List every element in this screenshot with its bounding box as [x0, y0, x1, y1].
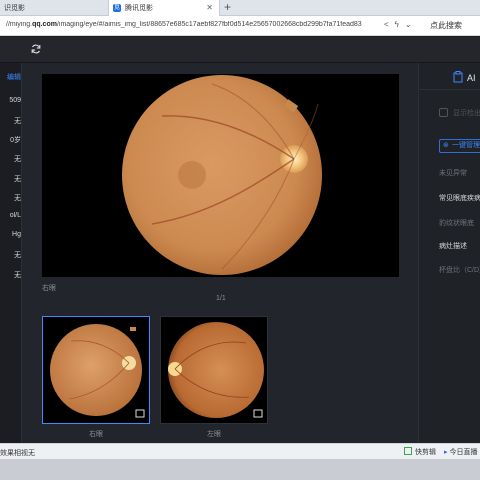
info-value: 无: [14, 195, 21, 202]
fundus-image-viewer[interactable]: [42, 74, 399, 277]
fundus-thumbnail: [50, 324, 145, 418]
info-value: 无: [14, 118, 21, 125]
checkbox-label: 显示检出: [453, 110, 480, 117]
info-value: 无: [14, 252, 21, 259]
url-field[interactable]: //miying.qq.com/imaging/eye/#/aimis_img_…: [6, 21, 380, 28]
tab-title: 识觅影: [4, 5, 25, 12]
quick-clip-button[interactable]: 快剪辑: [404, 447, 436, 457]
result-item: 杯盘比（C/D）: [439, 267, 480, 274]
viewer-caption: 右眼: [42, 285, 56, 292]
info-value: 无: [14, 272, 21, 279]
result-item: 未见异常: [439, 170, 467, 177]
live-icon: ▸: [444, 449, 448, 456]
browser-tab-1[interactable]: 识觅影: [0, 0, 106, 16]
info-value: 509: [9, 97, 21, 104]
fundus-thumbnail: [168, 322, 264, 418]
edit-link[interactable]: 编辑: [0, 72, 22, 82]
tab-title: 腾讯觅影: [125, 5, 153, 12]
live-button[interactable]: ▸ 今日直播: [444, 447, 478, 457]
info-value: 无: [14, 176, 21, 183]
thumbnail-right-eye[interactable]: [42, 316, 150, 424]
new-tab-button[interactable]: +: [224, 1, 231, 14]
chevron-down-icon[interactable]: ⌄: [405, 20, 412, 29]
patient-info-column: 编辑 509 无 0岁 无 无 无 ol/L Hg 无 无: [0, 63, 22, 443]
app-toolbar: [0, 37, 480, 63]
fundus-image-right-eye: [122, 75, 322, 275]
image-viewer-panel: 右眼 1/1 右眼 左眼: [22, 63, 418, 443]
gallery-icon: [135, 409, 145, 418]
manage-button[interactable]: ⊛ 一键管理: [439, 139, 480, 153]
thumbnail-label: 左眼: [207, 431, 221, 438]
thumbnail-label: 右眼: [89, 431, 103, 438]
os-taskbar: [0, 459, 480, 480]
result-item: 常见眼底疾病: [439, 195, 480, 202]
show-detection-checkbox[interactable]: [439, 108, 448, 117]
result-item: 病灶描述: [439, 243, 467, 250]
address-bar-icons: < ϟ ⌄: [384, 20, 418, 29]
result-item: 豹纹状眼底: [439, 220, 474, 227]
info-value: Hg: [12, 231, 21, 238]
info-value: ol/L: [9, 212, 21, 219]
search-button[interactable]: 点此搜索: [430, 20, 462, 31]
share-icon[interactable]: <: [384, 20, 389, 29]
address-bar: //miying.qq.com/imaging/eye/#/aimis_img_…: [0, 16, 480, 36]
miying-logo-icon: 觅: [113, 4, 121, 12]
browser-statusbar: 效果相视无 快剪辑 ▸ 今日直播: [0, 443, 480, 459]
close-icon[interactable]: ✕: [206, 3, 213, 12]
ai-report-icon: [453, 71, 463, 83]
status-text: 效果相视无: [0, 450, 35, 457]
refresh-icon[interactable]: [30, 43, 42, 55]
browser-tabbar: 识觅影 觅 腾讯觅影 ✕ +: [0, 0, 480, 16]
tab-ai[interactable]: AI: [467, 73, 476, 83]
thumbnail-left-eye[interactable]: [160, 316, 268, 424]
browser-tab-2[interactable]: 觅 腾讯觅影 ✕: [108, 0, 220, 16]
ai-analysis-panel: AI 显示检出 ⊛ 一键管理 未见异常 常见眼底疾病 豹纹状眼底 病灶描述 杯盘…: [418, 63, 480, 443]
gallery-icon: [253, 409, 263, 418]
divider: [419, 89, 480, 90]
settings-icon: ⊛: [443, 142, 449, 149]
info-value: 无: [14, 156, 21, 163]
info-value: 0岁: [10, 137, 21, 144]
page-indicator: 1/1: [216, 295, 226, 302]
play-icon: [404, 447, 412, 455]
lightning-icon[interactable]: ϟ: [395, 20, 399, 29]
